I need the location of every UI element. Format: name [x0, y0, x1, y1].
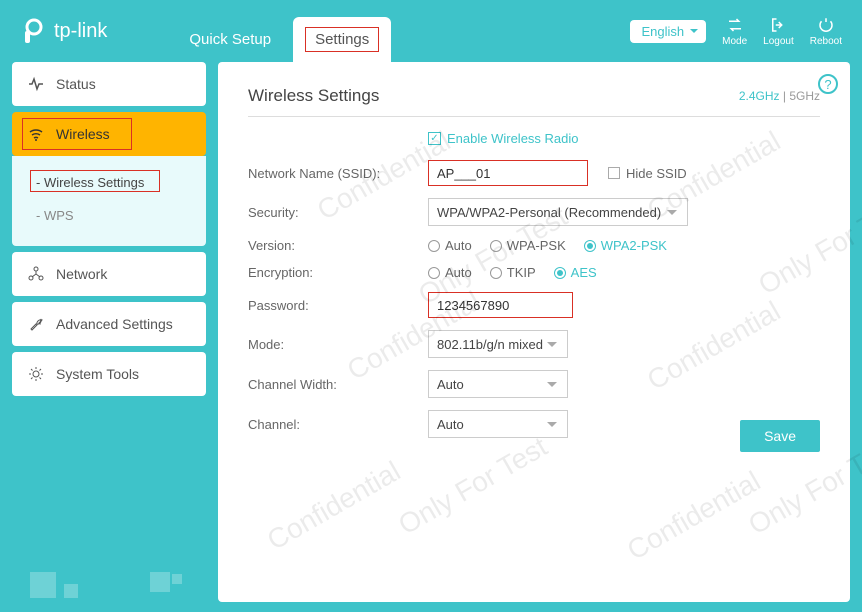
cwidth-label: Channel Width: [248, 377, 428, 392]
version-auto[interactable]: Auto [428, 238, 472, 253]
radio-label: Auto [445, 265, 472, 280]
radio-icon [554, 267, 566, 279]
radio-icon [428, 240, 440, 252]
sidebar-wireless-sub: - Wireless Settings - WPS [12, 156, 206, 246]
version-label: Version: [248, 238, 428, 253]
version-wpapsk[interactable]: WPA-PSK [490, 238, 566, 253]
security-select[interactable]: WPA/WPA2-Personal (Recommended) [428, 198, 688, 226]
sub-wireless-settings[interactable]: - Wireless Settings [12, 166, 206, 199]
sidebar-label: Advanced Settings [56, 316, 173, 332]
highlight-box [30, 170, 160, 192]
sidebar-label: System Tools [56, 366, 139, 382]
mode-button[interactable]: Mode [722, 16, 747, 47]
radio-label: AES [571, 265, 597, 280]
main-header: Wireless Settings 2.4GHz | 5GHz [248, 86, 820, 117]
logout-label: Logout [763, 36, 794, 47]
gear-icon [28, 366, 44, 382]
checkbox-checked-icon: ✓ [428, 132, 441, 145]
channel-width-select[interactable]: Auto [428, 370, 568, 398]
highlight-box [22, 118, 132, 150]
ssid-label: Network Name (SSID): [248, 166, 428, 181]
radio-icon [584, 240, 596, 252]
hide-ssid-label: Hide SSID [626, 166, 687, 181]
decor-square [30, 572, 56, 598]
sidebar-label: Network [56, 266, 107, 282]
enable-label: Enable Wireless Radio [447, 131, 579, 146]
sidebar-item-advanced[interactable]: Advanced Settings [12, 302, 206, 346]
reboot-label: Reboot [810, 36, 842, 47]
version-radios: Auto WPA-PSK WPA2-PSK [428, 238, 667, 253]
ssid-input[interactable] [428, 160, 588, 186]
password-label: Password: [248, 298, 428, 313]
top-tabs: Quick Setup Settings [167, 0, 391, 62]
radio-icon [490, 240, 502, 252]
tab-quick-setup[interactable]: Quick Setup [167, 17, 293, 62]
highlight-box [305, 27, 379, 52]
enc-auto[interactable]: Auto [428, 265, 472, 280]
hide-ssid-checkbox[interactable]: Hide SSID [608, 166, 687, 181]
radio-label: TKIP [507, 265, 536, 280]
logout-button[interactable]: Logout [763, 16, 794, 47]
wrench-icon [28, 316, 44, 332]
channel-select[interactable]: Auto [428, 410, 568, 438]
pulse-icon [28, 76, 44, 92]
radio-label: Auto [445, 238, 472, 253]
mode-select[interactable]: 802.11b/g/n mixed [428, 330, 568, 358]
wireless-form: ✓ Enable Wireless Radio Network Name (SS… [248, 131, 820, 438]
enable-wireless-checkbox[interactable]: ✓ Enable Wireless Radio [428, 131, 820, 146]
logout-icon [769, 16, 787, 34]
tab-settings[interactable]: Settings [293, 17, 391, 62]
sidebar-item-system[interactable]: System Tools [12, 352, 206, 396]
language-select[interactable]: English [630, 20, 707, 43]
encryption-label: Encryption: [248, 265, 428, 280]
band-24[interactable]: 2.4GHz [739, 89, 780, 103]
logo: tp-link [20, 17, 107, 45]
version-wpa2psk[interactable]: WPA2-PSK [584, 238, 667, 253]
save-button[interactable]: Save [740, 420, 820, 452]
security-label: Security: [248, 205, 428, 220]
decor-square [64, 584, 78, 598]
sidebar-item-network[interactable]: Network [12, 252, 206, 296]
reboot-button[interactable]: Reboot [810, 16, 842, 47]
network-icon [28, 266, 44, 282]
sidebar: Status Wireless - Wireless Settings - WP… [12, 62, 206, 602]
logo-icon [20, 17, 48, 45]
mode-label: Mode [722, 36, 747, 47]
band-switch[interactable]: 2.4GHz | 5GHz [739, 89, 820, 103]
mode-label: Mode: [248, 337, 428, 352]
sidebar-item-wireless[interactable]: Wireless [12, 112, 206, 156]
decor-square [150, 572, 170, 592]
header: tp-link Quick Setup Settings English Mod… [0, 0, 862, 62]
radio-label: WPA-PSK [507, 238, 566, 253]
radio-icon [428, 267, 440, 279]
encryption-radios: Auto TKIP AES [428, 265, 597, 280]
radio-label: WPA2-PSK [601, 238, 667, 253]
reboot-icon [817, 16, 835, 34]
enc-tkip[interactable]: TKIP [490, 265, 536, 280]
sub-wps[interactable]: - WPS [12, 199, 206, 232]
main-panel: ? Wireless Settings 2.4GHz | 5GHz ✓ Enab… [218, 62, 850, 602]
enc-aes[interactable]: AES [554, 265, 597, 280]
help-button[interactable]: ? [818, 74, 838, 94]
radio-icon [490, 267, 502, 279]
channel-label: Channel: [248, 417, 428, 432]
checkbox-icon [608, 167, 620, 179]
sidebar-item-status[interactable]: Status [12, 62, 206, 106]
decor-square [172, 574, 182, 584]
swap-icon [726, 16, 744, 34]
password-input[interactable] [428, 292, 573, 318]
band-sep: | [780, 89, 790, 103]
band-5[interactable]: 5GHz [789, 89, 820, 103]
sidebar-label: Status [56, 76, 96, 92]
header-right: English Mode Logout Reboot [630, 16, 843, 47]
page-title: Wireless Settings [248, 86, 379, 106]
brand-text: tp-link [54, 20, 107, 43]
